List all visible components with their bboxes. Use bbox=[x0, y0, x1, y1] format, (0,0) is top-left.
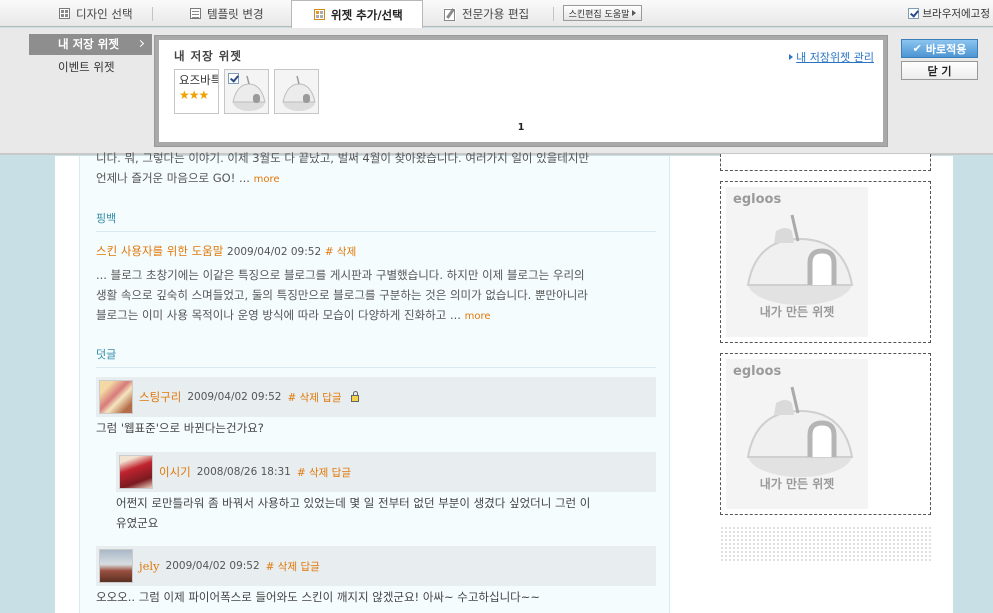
pingback-body-line: 생활 속으로 깊숙히 스며들었고, 둘의 특징만으로 블로그를 구분하는 것은 … bbox=[96, 288, 588, 302]
excerpt-line: 언제나 즐거운 마음으로 GO! ... bbox=[96, 171, 250, 185]
saved-widgets-box: 내 저장 위젯 내 저장위젯 관리 요즈바특 ★★★ 1 bbox=[154, 35, 888, 147]
comment-reply-body: 어쩐지 로만틀라워 좀 바꿔서 사용하고 있었는데 몇 일 전부터 없던 부분이… bbox=[116, 493, 661, 533]
pingback-body-line: ... 블로그 초창기에는 이같은 특징으로 블로그를 게시판과 구별했습니다.… bbox=[96, 268, 585, 282]
close-button[interactable]: 닫 기 bbox=[901, 61, 978, 80]
lines-icon bbox=[190, 8, 201, 19]
tab-label: 디자인 선택 bbox=[76, 6, 133, 21]
comment-body: 그럼 '웹표준'으로 바뀐다는건가요? bbox=[96, 421, 264, 435]
tab-expert-edit[interactable]: 전문가용 편집 bbox=[430, 0, 543, 27]
pingback-delete-link[interactable]: # 삭제 bbox=[325, 246, 356, 258]
egloos-igloo-icon bbox=[746, 386, 854, 477]
pingback-item: 스킨 사용자를 위한 도움말 2009/04/02 09:52 # 삭제 ...… bbox=[96, 241, 656, 327]
menu-item-my-widgets[interactable]: 내 저장 위젯 bbox=[29, 34, 152, 55]
pingback-section-title: 핑백 bbox=[96, 210, 656, 232]
egloos-widget-card: egloos 내가 만든 위젯 bbox=[726, 187, 868, 337]
widget-thumb-egloos-1[interactable] bbox=[224, 69, 269, 114]
widget-icon bbox=[314, 9, 325, 20]
egloos-igloo-icon bbox=[282, 75, 316, 111]
blog-page: 니다. 뭐, 그렇다는 이야기. 이제 3월도 다 끝났고, 벌써 4월이 찾아… bbox=[55, 151, 953, 613]
help-label: 스킨편집 도움말 bbox=[568, 9, 630, 20]
tab-divider bbox=[152, 7, 153, 21]
editor-toolbar: 디자인 선택 템플릿 변경 위젯 추가/선택 전문가용 편집 스킨편집 도움말 … bbox=[0, 0, 993, 28]
more-link[interactable]: more bbox=[254, 174, 280, 185]
egloos-igloo-icon bbox=[746, 214, 854, 305]
comment-body: 오오오.. 그럼 이제 파이어폭스로 들어와도 스킨이 깨지지 않겠군요! 아싸… bbox=[96, 590, 541, 604]
edit-icon bbox=[444, 7, 456, 21]
check-icon: ✔ bbox=[912, 42, 922, 55]
arrow-right-icon bbox=[632, 10, 637, 16]
comments-section-title: 덧글 bbox=[96, 346, 656, 368]
widget-panel: 내 저장 위젯 이벤트 위젯 내 저장 위젯 내 저장위젯 관리 요즈바특 ★★… bbox=[0, 28, 993, 155]
post-content: 니다. 뭐, 그렇다는 이야기. 이제 3월도 다 끝났고, 벌써 4월이 찾아… bbox=[79, 151, 670, 613]
pingback-body-line: 블로그는 이미 사용 목적이나 운영 방식에 따라 모습이 다양하게 진화하고 … bbox=[96, 308, 461, 322]
sidebar-widget-slot[interactable]: egloos 내가 만든 위젯 bbox=[720, 353, 931, 515]
comment-date: 2009/04/02 09:52 bbox=[165, 560, 260, 572]
comment-body-line: 유였군요 bbox=[116, 516, 159, 530]
sidebar-widget-slot bbox=[720, 154, 931, 171]
comment-author[interactable]: jely bbox=[139, 559, 160, 573]
comment-author[interactable]: 스팅구리 bbox=[139, 389, 181, 405]
tab-divider bbox=[553, 7, 554, 21]
tab-label: 위젯 추가/선택 bbox=[331, 7, 403, 22]
comment-reply-header: 이시기 2008/08/26 18:31 # 삭제 답글 bbox=[116, 452, 656, 492]
manage-link-label: 내 저장위젯 관리 bbox=[796, 51, 874, 64]
widget-thumb-egloos-2[interactable] bbox=[274, 69, 319, 114]
saved-widgets-title: 내 저장 위젯 bbox=[174, 49, 242, 63]
tab-widget-add[interactable]: 위젯 추가/선택 bbox=[291, 0, 423, 28]
comment-date: 2009/04/02 09:52 bbox=[187, 391, 282, 403]
widget-thumb-label: 요즈바특 bbox=[179, 73, 219, 87]
tab-design-select[interactable]: 디자인 선택 bbox=[45, 0, 147, 27]
widget-select-checkbox[interactable] bbox=[228, 73, 239, 84]
pingback-title-link[interactable]: 스킨 사용자를 위한 도움말 bbox=[96, 244, 223, 258]
avatar[interactable] bbox=[119, 455, 153, 489]
apply-button[interactable]: ✔ 바로적용 bbox=[901, 39, 978, 58]
widget-pagination: 1 bbox=[159, 122, 883, 133]
arrow-right-icon bbox=[789, 54, 794, 60]
egloos-caption: 내가 만든 위젯 bbox=[759, 477, 835, 491]
sidebar-dotted-divider bbox=[720, 526, 931, 562]
fix-label: 브라우저에고정 bbox=[922, 8, 990, 20]
grid-icon bbox=[59, 8, 70, 19]
egloos-caption: 내가 만든 위젯 bbox=[759, 305, 835, 319]
apply-label: 바로적용 bbox=[925, 42, 967, 56]
page-number[interactable]: 1 bbox=[518, 122, 525, 133]
comment-actions[interactable]: # 삭제 답글 bbox=[287, 390, 341, 405]
fix-to-browser-toggle[interactable]: 브라우저에고정 bbox=[908, 6, 990, 21]
fix-checkbox[interactable] bbox=[908, 8, 920, 19]
lock-icon bbox=[350, 390, 359, 402]
widget-thumb-yozbat[interactable]: 요즈바특 ★★★ bbox=[174, 69, 219, 114]
avatar[interactable] bbox=[99, 380, 133, 414]
egloos-widget-card: egloos 내가 만든 위젯 bbox=[726, 359, 868, 509]
comment-date: 2008/08/26 18:31 bbox=[196, 466, 291, 478]
comment-header: jely 2009/04/02 09:52 # 삭제 답글 bbox=[96, 546, 656, 586]
manage-widgets-link[interactable]: 내 저장위젯 관리 bbox=[789, 49, 874, 65]
more-link[interactable]: more bbox=[465, 311, 491, 322]
comment-header: 스팅구리 2009/04/02 09:52 # 삭제 답글 bbox=[96, 377, 656, 417]
post-excerpt: 니다. 뭐, 그렇다는 이야기. 이제 3월도 다 끝났고, 벌써 4월이 찾아… bbox=[96, 148, 656, 190]
sidebar-widget-slot[interactable]: egloos 내가 만든 위젯 bbox=[720, 181, 931, 343]
excerpt-line: 니다. 뭐, 그렇다는 이야기. 이제 3월도 다 끝났고, 벌써 4월이 찾아… bbox=[96, 151, 590, 165]
comment-actions[interactable]: # 삭제 답글 bbox=[266, 559, 320, 574]
widget-category-menu: 내 저장 위젯 이벤트 위젯 bbox=[29, 34, 152, 80]
comment-actions[interactable]: # 삭제 답글 bbox=[297, 465, 351, 480]
pingback-date: 2009/04/02 09:52 bbox=[227, 246, 322, 258]
star-rating: ★★★ bbox=[179, 88, 209, 102]
skin-help-button[interactable]: 스킨편집 도움말 bbox=[563, 5, 642, 21]
comment-author[interactable]: 이시기 bbox=[159, 464, 191, 480]
avatar[interactable] bbox=[99, 549, 133, 583]
tab-label: 전문가용 편집 bbox=[462, 6, 530, 21]
tab-template-change[interactable]: 템플릿 변경 bbox=[176, 0, 278, 27]
comment-body-line: 어쩐지 로만틀라워 좀 바꿔서 사용하고 있었는데 몇 일 전부터 없던 부분이… bbox=[116, 496, 591, 510]
menu-item-event-widgets[interactable]: 이벤트 위젯 bbox=[29, 57, 152, 78]
blog-sidebar: egloos 내가 만든 위젯 egloos 내가 만든 위젯 bbox=[697, 154, 953, 613]
tab-label: 템플릿 변경 bbox=[207, 6, 264, 21]
